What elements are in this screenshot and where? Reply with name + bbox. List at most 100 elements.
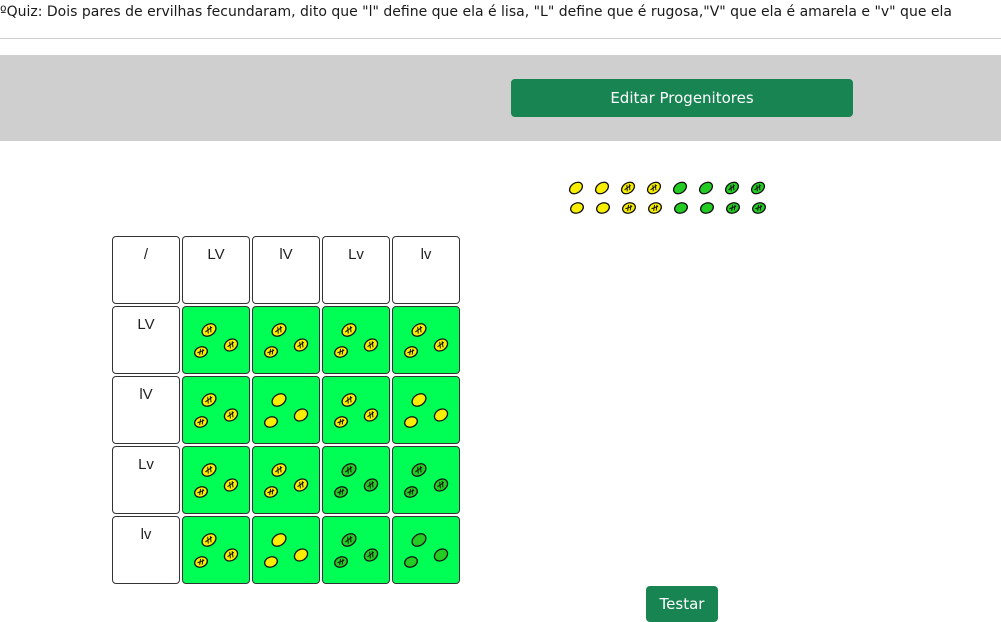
wrinkled-pea-icon [194, 416, 208, 428]
punnett-offspring-cell [252, 376, 320, 444]
wrinkled-pea-icon [194, 556, 208, 568]
punnett-offspring-cell [392, 446, 460, 514]
punnett-offspring-cell [322, 306, 390, 374]
wrinkled-pea-icon [201, 533, 217, 547]
smooth-pea-icon [568, 181, 584, 195]
punnett-offspring-cell [322, 516, 390, 584]
offspring-peas [264, 533, 309, 568]
punnett-header-label: lv [420, 246, 432, 263]
wrinkled-pea-icon [264, 486, 278, 498]
wrinkled-pea-icon [223, 478, 239, 492]
punnett-offspring-cell [322, 376, 390, 444]
smooth-pea-icon [411, 393, 427, 407]
smooth-pea-icon [433, 548, 449, 562]
wrinkled-pea-icon [293, 338, 309, 352]
smooth-pea-icon [594, 181, 610, 195]
toolbar: Editar Progenitores [0, 55, 1001, 141]
punnett-column-header: lv [392, 236, 460, 304]
punnett-header-label: LV [137, 316, 155, 333]
wrinkled-pea-icon [293, 478, 309, 492]
quiz-title: ºQuiz: Dois pares de ervilhas fecundaram… [0, 4, 952, 20]
smooth-pea-icon [404, 416, 418, 428]
wrinkled-pea-icon [264, 346, 278, 358]
punnett-header-label: lV [139, 386, 153, 403]
punnett-offspring-cell [252, 446, 320, 514]
wrinkled-pea-icon [433, 478, 449, 492]
wrinkled-pea-icon [334, 556, 348, 568]
punnett-offspring-cell [182, 446, 250, 514]
offspring-peas [264, 393, 309, 428]
punnett-offspring-cell [252, 306, 320, 374]
wrinkled-pea-icon [194, 486, 208, 498]
punnett-row-header: Lv [112, 446, 180, 514]
smooth-pea-icon [404, 556, 418, 568]
punnett-row-header: LV [112, 306, 180, 374]
wrinkled-pea-icon [433, 338, 449, 352]
punnett-offspring-cell [182, 306, 250, 374]
edit-progenitors-button[interactable]: Editar Progenitores [511, 79, 853, 117]
wrinkled-pea-icon [271, 463, 287, 477]
punnett-header-label: LV [207, 246, 225, 263]
punnett-row-header: lV [112, 376, 180, 444]
wrinkled-pea-icon [648, 202, 662, 214]
wrinkled-pea-icon [194, 346, 208, 358]
wrinkled-pea-icon [750, 181, 766, 195]
offspring-peas [194, 393, 239, 428]
phenotype-legend [568, 181, 766, 214]
test-button[interactable]: Testar [646, 586, 718, 622]
wrinkled-pea-icon [334, 486, 348, 498]
punnett-offspring-cell [182, 376, 250, 444]
punnett-offspring-cell [392, 516, 460, 584]
punnett-column-header: Lv [322, 236, 390, 304]
wrinkled-pea-icon [646, 181, 662, 195]
divider [0, 38, 1001, 39]
smooth-pea-icon [672, 181, 688, 195]
wrinkled-pea-icon [341, 323, 357, 337]
smooth-pea-icon [596, 202, 610, 214]
wrinkled-pea-icon [223, 408, 239, 422]
offspring-peas [264, 463, 309, 498]
offspring-peas [334, 323, 379, 358]
wrinkled-pea-icon [411, 323, 427, 337]
offspring-peas [264, 323, 309, 358]
smooth-pea-icon [700, 202, 714, 214]
offspring-peas [334, 393, 379, 428]
punnett-header-label: lV [279, 246, 293, 263]
wrinkled-pea-icon [341, 393, 357, 407]
offspring-peas [334, 533, 379, 568]
smooth-pea-icon [293, 548, 309, 562]
punnett-offspring-cell [252, 516, 320, 584]
punnett-header-label: / [143, 246, 149, 263]
wrinkled-pea-icon [363, 338, 379, 352]
punnett-row-header: lv [112, 516, 180, 584]
wrinkled-pea-icon [271, 323, 287, 337]
smooth-pea-icon [698, 181, 714, 195]
punnett-offspring-cell [322, 446, 390, 514]
punnett-offspring-cell [392, 376, 460, 444]
offspring-peas [194, 533, 239, 568]
punnett-column-header: LV [182, 236, 250, 304]
smooth-pea-icon [271, 533, 287, 547]
wrinkled-pea-icon [620, 181, 636, 195]
punnett-header-label: Lv [138, 456, 154, 473]
wrinkled-pea-icon [201, 393, 217, 407]
punnett-offspring-cell [392, 306, 460, 374]
smooth-pea-icon [674, 202, 688, 214]
smooth-pea-icon [271, 393, 287, 407]
wrinkled-pea-icon [223, 338, 239, 352]
wrinkled-pea-icon [724, 181, 740, 195]
offspring-peas [334, 463, 379, 498]
wrinkled-pea-icon [622, 202, 636, 214]
smooth-pea-icon [433, 408, 449, 422]
punnett-header-label: lv [140, 526, 152, 543]
smooth-pea-icon [570, 202, 584, 214]
offspring-peas [404, 463, 449, 498]
smooth-pea-icon [264, 556, 278, 568]
wrinkled-pea-icon [363, 408, 379, 422]
wrinkled-pea-icon [201, 463, 217, 477]
wrinkled-pea-icon [411, 463, 427, 477]
offspring-peas [404, 323, 449, 358]
punnett-column-header: lV [252, 236, 320, 304]
wrinkled-pea-icon [334, 416, 348, 428]
punnett-header-label: Lv [348, 246, 364, 263]
